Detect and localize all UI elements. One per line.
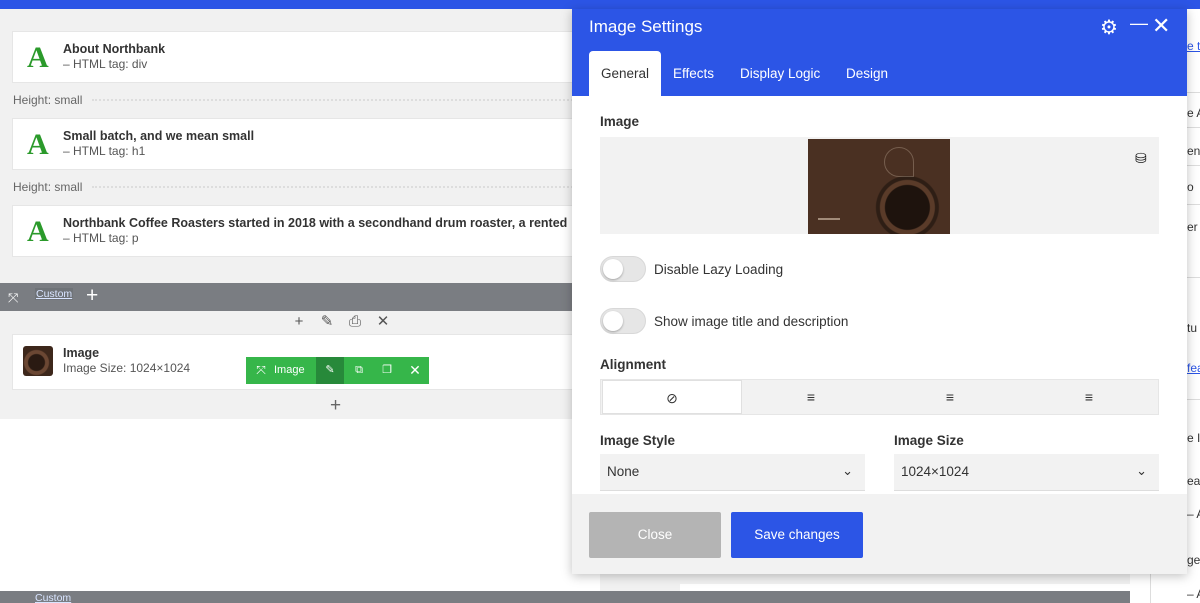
- panel-text-fragment: – A: [1187, 587, 1200, 601]
- add-column-icon[interactable]: +: [285, 313, 313, 330]
- align-center-button[interactable]: ≡: [880, 380, 1020, 414]
- database-icon[interactable]: ⛁: [1135, 150, 1147, 167]
- custom-row-label[interactable]: Custom: [35, 288, 74, 300]
- align-center-icon: ≡: [945, 389, 955, 405]
- row-height-indicator: Height: small: [0, 178, 600, 196]
- tab-effects[interactable]: Effects: [661, 51, 726, 96]
- panel-text-fragment: e A: [1187, 106, 1200, 120]
- tab-general[interactable]: General: [589, 51, 662, 96]
- close-icon[interactable]: ✕: [369, 312, 397, 330]
- text-module-paragraph[interactable]: A Northbank Coffee Roasters started in 2…: [12, 205, 612, 257]
- panel-text-fragment: ea: [1187, 474, 1200, 488]
- save-changes-button[interactable]: Save changes: [731, 512, 863, 558]
- chevron-down-icon: ⌄: [842, 463, 853, 478]
- row-tools: + ✎ ⎙ ✕: [285, 312, 397, 330]
- height-label: Height: small: [13, 93, 87, 107]
- panel-text-fragment: e I: [1187, 431, 1200, 445]
- height-label: Height: small: [13, 180, 87, 194]
- minimize-icon[interactable]: —: [1130, 13, 1148, 34]
- no-align-icon: ⊘: [666, 390, 678, 406]
- image-size-value: 1024×1024: [901, 464, 969, 479]
- lazy-loading-label: Disable Lazy Loading: [654, 262, 784, 277]
- edit-pencil-icon[interactable]: ✎: [316, 357, 344, 384]
- alignment-group: ⊘ ≡ ≡ ≡: [600, 379, 1159, 415]
- text-module-icon: A: [27, 215, 49, 248]
- alignment-label: Alignment: [600, 357, 666, 372]
- image-thumbnail: [23, 346, 53, 376]
- delete-icon[interactable]: ✕: [402, 357, 428, 384]
- move-icon[interactable]: ⤧: [252, 357, 270, 384]
- chevron-down-icon: ⌄: [1136, 463, 1147, 478]
- panel-text-fragment: o: [1187, 180, 1194, 194]
- tab-display-logic[interactable]: Display Logic: [728, 51, 832, 96]
- gear-icon[interactable]: ⚙: [1100, 15, 1118, 40]
- modal-footer: Close Save changes: [572, 494, 1187, 574]
- module-title: Image: [63, 346, 100, 360]
- close-button[interactable]: Close: [589, 512, 721, 558]
- panel-text-fragment: tu: [1187, 321, 1198, 335]
- panel-text-fragment: – A: [1187, 507, 1200, 521]
- module-title: About Northbank: [63, 42, 166, 56]
- custom-row-label[interactable]: Custom: [35, 592, 71, 603]
- text-module-icon: A: [27, 128, 49, 161]
- module-subtitle: Image Size: 1024×1024: [63, 361, 191, 375]
- duplicate-icon[interactable]: ⧉: [346, 357, 372, 384]
- panel-text-fragment: ent: [1187, 144, 1200, 158]
- expand-icon[interactable]: ⤧: [8, 290, 18, 306]
- image-preview[interactable]: [808, 139, 950, 234]
- close-icon[interactable]: ✕: [1152, 13, 1170, 39]
- image-style-select[interactable]: None ⌄: [600, 454, 865, 491]
- top-admin-bar: [0, 0, 1200, 9]
- custom-row-bar[interactable]: ⤧ Custom +: [0, 283, 600, 311]
- row-height-indicator: Height: small: [0, 91, 600, 109]
- align-right-icon: ≡: [1084, 389, 1094, 405]
- text-module-about[interactable]: A About Northbank – HTML tag: div: [12, 31, 612, 83]
- panel-text-fragment: e t: [1187, 39, 1200, 53]
- clipboard-icon[interactable]: ⎙: [341, 313, 369, 330]
- add-row-icon[interactable]: +: [86, 284, 98, 308]
- panel-text-fragment[interactable]: fea: [1187, 361, 1200, 375]
- add-module-icon[interactable]: +: [330, 395, 341, 417]
- image-size-select[interactable]: 1024×1024 ⌄: [894, 454, 1159, 491]
- panel-text-fragment: ge: [1187, 553, 1200, 567]
- modal-title: Image Settings: [589, 17, 703, 36]
- image-size-label: Image Size: [894, 433, 964, 448]
- pencil-icon[interactable]: ✎: [313, 312, 341, 330]
- modal-body: Image ⛁ Disable Lazy Loading Show image …: [572, 96, 1187, 494]
- text-module-heading[interactable]: A Small batch, and we mean small – HTML …: [12, 118, 612, 170]
- module-toolbar-label: Image: [274, 364, 305, 376]
- align-left-icon: ≡: [806, 389, 816, 405]
- image-style-value: None: [607, 464, 640, 479]
- title-description-label: Show image title and description: [654, 314, 849, 329]
- module-title: Northbank Coffee Roasters started in 201…: [63, 216, 568, 230]
- align-none-button[interactable]: ⊘: [602, 380, 742, 414]
- align-right-button[interactable]: ≡: [1019, 380, 1159, 414]
- align-left-button[interactable]: ≡: [741, 380, 881, 414]
- module-toolbar: ⤧ Image ✎ ⧉ ❐ ✕: [246, 357, 429, 384]
- module-subtitle: – HTML tag: h1: [63, 144, 146, 158]
- custom-row-bar-bottom[interactable]: Custom: [0, 591, 1130, 603]
- title-description-toggle[interactable]: [600, 308, 646, 334]
- image-section-label: Image: [600, 114, 640, 129]
- text-module-icon: A: [27, 41, 49, 74]
- module-title: Small batch, and we mean small: [63, 129, 255, 143]
- module-subtitle: – HTML tag: div: [63, 57, 148, 71]
- copy-icon[interactable]: ❐: [374, 357, 400, 384]
- tab-design[interactable]: Design: [834, 51, 900, 96]
- panel-text-fragment: er: [1187, 220, 1198, 234]
- image-settings-modal: Image Settings ⚙ — ✕ General Effects Dis…: [572, 9, 1187, 574]
- image-picker[interactable]: [600, 137, 1159, 234]
- lazy-loading-toggle[interactable]: [600, 256, 646, 282]
- image-style-label: Image Style: [600, 433, 676, 448]
- module-subtitle: – HTML tag: p: [63, 231, 139, 245]
- modal-header: Image Settings ⚙ — ✕ General Effects Dis…: [572, 9, 1187, 96]
- empty-canvas-area: [0, 419, 600, 601]
